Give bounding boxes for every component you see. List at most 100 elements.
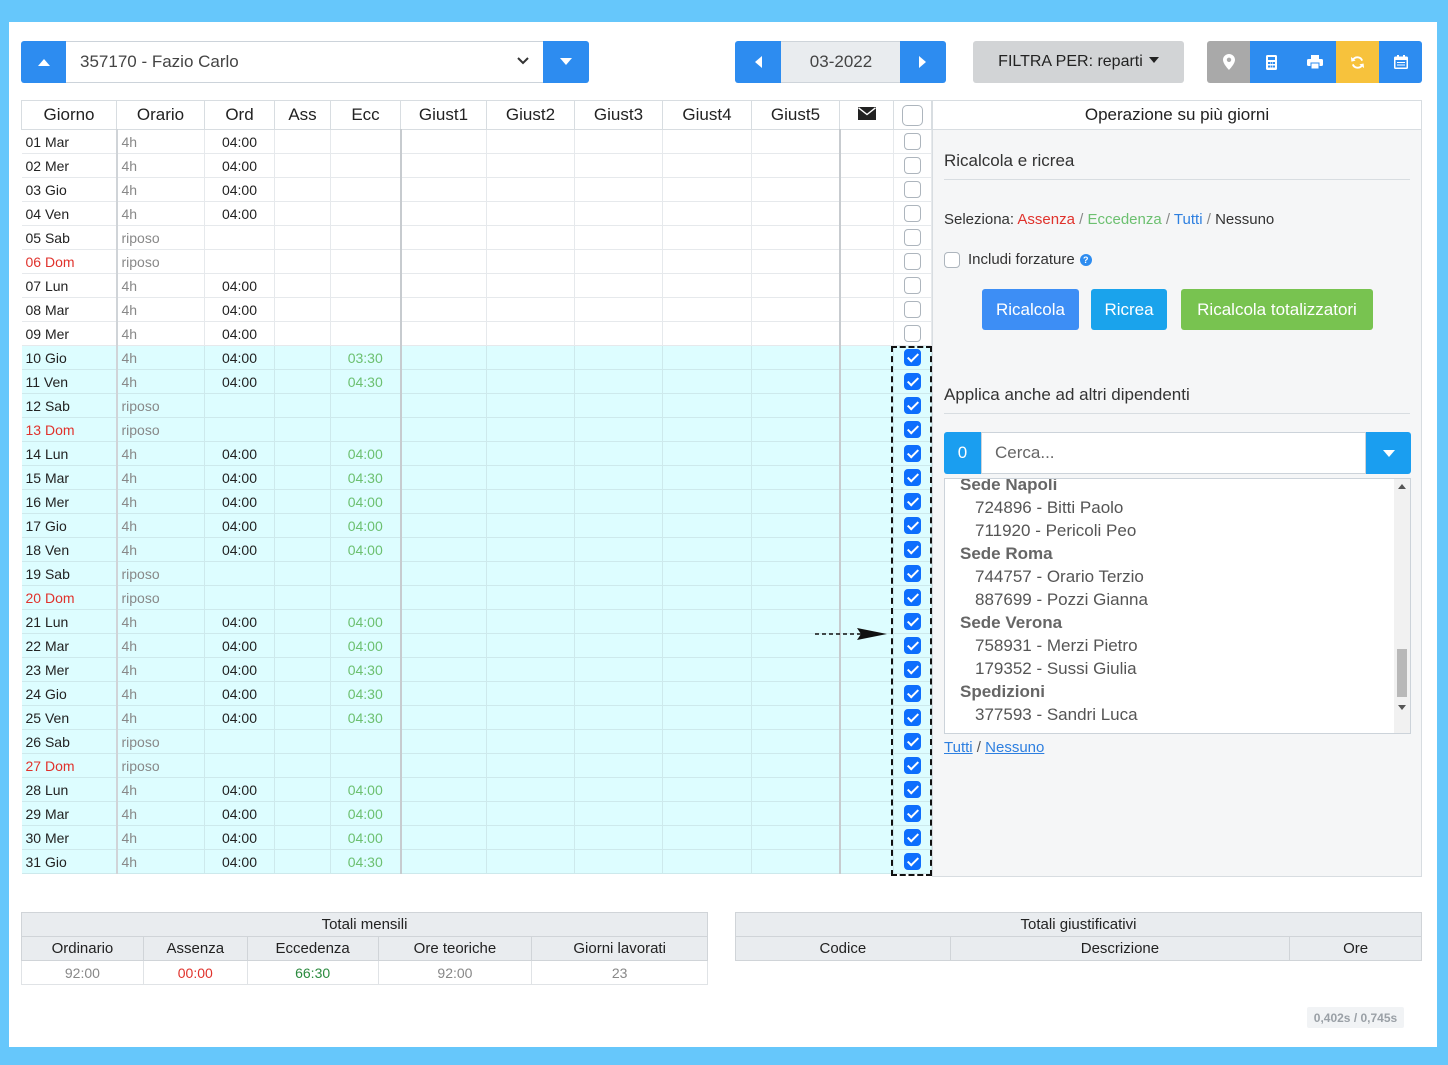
table-row[interactable]: 10 Gio 4h 04:00 03:30 — [21, 345, 932, 370]
table-row[interactable]: 04 Ven 4h 04:00 — [21, 201, 932, 226]
day-select-cell[interactable] — [893, 417, 932, 442]
table-row[interactable]: 09 Mer 4h 04:00 — [21, 321, 932, 346]
day-select-checkbox[interactable] — [904, 661, 921, 679]
select-nessuno-link[interactable]: Nessuno — [1215, 211, 1274, 228]
day-select-cell[interactable] — [893, 441, 932, 466]
day-select-checkbox[interactable] — [904, 397, 921, 415]
day-select-checkbox[interactable] — [904, 853, 921, 871]
day-select-checkbox[interactable] — [904, 565, 921, 583]
location-button[interactable] — [1207, 41, 1250, 83]
listbox-scrollbar[interactable] — [1394, 479, 1410, 733]
list-item[interactable]: 179352 - Sussi Giulia — [945, 657, 1410, 680]
day-select-checkbox[interactable] — [904, 613, 921, 631]
day-select-checkbox[interactable] — [904, 685, 921, 703]
day-select-checkbox[interactable] — [904, 133, 921, 151]
day-select-cell[interactable] — [893, 273, 932, 298]
employee-select[interactable]: 357170 - Fazio Carlo — [66, 41, 543, 83]
table-row[interactable]: 15 Mar 4h 04:00 04:30 — [21, 465, 932, 490]
select-tutti-link[interactable]: Tutti — [1174, 211, 1203, 228]
table-row[interactable]: 31 Gio 4h 04:00 04:30 — [21, 849, 932, 874]
table-row[interactable]: 21 Lun 4h 04:00 04:00 — [21, 609, 932, 634]
day-select-checkbox[interactable] — [904, 757, 921, 775]
next-month-button[interactable] — [900, 41, 946, 83]
listbox-scrollbar-thumb[interactable] — [1397, 649, 1407, 697]
day-select-checkbox[interactable] — [904, 421, 921, 439]
day-select-checkbox[interactable] — [904, 253, 921, 271]
day-select-cell[interactable] — [893, 129, 932, 154]
table-row[interactable]: 20 Dom riposo — [21, 585, 932, 610]
day-select-checkbox[interactable] — [904, 205, 921, 223]
day-select-checkbox[interactable] — [904, 733, 921, 751]
day-select-checkbox[interactable] — [904, 229, 921, 247]
day-select-cell[interactable] — [893, 657, 932, 682]
table-row[interactable]: 19 Sab riposo — [21, 561, 932, 586]
list-item[interactable]: 377593 - Sandri Luca — [945, 703, 1410, 726]
day-select-checkbox[interactable] — [904, 157, 921, 175]
list-select-none-link[interactable]: Nessuno — [985, 739, 1044, 756]
day-select-cell[interactable] — [893, 801, 932, 826]
day-select-checkbox[interactable] — [904, 469, 921, 487]
recreate-button[interactable]: Ricrea — [1091, 289, 1167, 330]
table-row[interactable]: 22 Mar 4h 04:00 04:00 — [21, 633, 932, 658]
day-select-checkbox[interactable] — [904, 781, 921, 799]
list-item[interactable]: 744757 - Orario Terzio — [945, 565, 1410, 588]
day-select-cell[interactable] — [893, 153, 932, 178]
table-row[interactable]: 18 Ven 4h 04:00 04:00 — [21, 537, 932, 562]
day-select-cell[interactable] — [893, 753, 932, 778]
table-row[interactable]: 14 Lun 4h 04:00 04:00 — [21, 441, 932, 466]
table-row[interactable]: 24 Gio 4h 04:00 04:30 — [21, 681, 932, 706]
filter-dropdown-button[interactable]: FILTRA PER: reparti — [973, 41, 1184, 83]
day-select-cell[interactable] — [893, 705, 932, 730]
day-select-cell[interactable] — [893, 537, 932, 562]
day-select-cell[interactable] — [893, 465, 932, 490]
select-all-checkbox[interactable] — [902, 104, 923, 126]
table-row[interactable]: 05 Sab riposo — [21, 225, 932, 250]
list-item[interactable]: 758931 - Merzi Pietro — [945, 634, 1410, 657]
col-header-select-all[interactable] — [893, 100, 932, 130]
day-select-cell[interactable] — [893, 849, 932, 874]
prev-employee-button[interactable] — [21, 41, 67, 83]
select-assenza-link[interactable]: Assenza — [1017, 211, 1075, 228]
day-select-cell[interactable] — [893, 393, 932, 418]
day-select-checkbox[interactable] — [904, 301, 921, 319]
next-employee-button[interactable] — [543, 41, 589, 83]
day-select-cell[interactable] — [893, 561, 932, 586]
day-select-checkbox[interactable] — [904, 325, 921, 343]
table-row[interactable]: 08 Mar 4h 04:00 — [21, 297, 932, 322]
day-select-cell[interactable] — [893, 321, 932, 346]
table-row[interactable]: 17 Gio 4h 04:00 04:00 — [21, 513, 932, 538]
employee-search-dropdown-button[interactable] — [1366, 432, 1411, 474]
day-select-cell[interactable] — [893, 513, 932, 538]
day-select-checkbox[interactable] — [904, 805, 921, 823]
day-select-cell[interactable] — [893, 633, 932, 658]
list-item[interactable]: 887699 - Pozzi Gianna — [945, 588, 1410, 611]
print-button[interactable] — [1293, 41, 1336, 83]
table-row[interactable]: 29 Mar 4h 04:00 04:00 — [21, 801, 932, 826]
day-select-cell[interactable] — [893, 729, 932, 754]
table-row[interactable]: 28 Lun 4h 04:00 04:00 — [21, 777, 932, 802]
prev-month-button[interactable] — [735, 41, 781, 83]
table-row[interactable]: 01 Mar 4h 04:00 — [21, 129, 932, 154]
list-item[interactable]: 724896 - Bitti Paolo — [945, 496, 1410, 519]
day-select-checkbox[interactable] — [904, 445, 921, 463]
table-row[interactable]: 30 Mer 4h 04:00 04:00 — [21, 825, 932, 850]
day-select-checkbox[interactable] — [904, 493, 921, 511]
table-row[interactable]: 03 Gio 4h 04:00 — [21, 177, 932, 202]
include-overrides-checkbox[interactable] — [944, 251, 960, 268]
list-select-all-link[interactable]: Tutti — [944, 739, 973, 756]
day-select-cell[interactable] — [893, 345, 932, 370]
table-row[interactable]: 12 Sab riposo — [21, 393, 932, 418]
table-row[interactable]: 27 Dom riposo — [21, 753, 932, 778]
day-select-cell[interactable] — [893, 297, 932, 322]
help-icon[interactable]: ? — [1079, 253, 1092, 266]
day-select-cell[interactable] — [893, 777, 932, 802]
refresh-button[interactable] — [1336, 41, 1379, 83]
day-select-checkbox[interactable] — [904, 829, 921, 847]
table-row[interactable]: 02 Mer 4h 04:00 — [21, 153, 932, 178]
day-select-checkbox[interactable] — [904, 541, 921, 559]
day-select-cell[interactable] — [893, 249, 932, 274]
table-row[interactable]: 13 Dom riposo — [21, 417, 932, 442]
table-row[interactable]: 06 Dom riposo — [21, 249, 932, 274]
day-select-checkbox[interactable] — [904, 589, 921, 607]
day-select-cell[interactable] — [893, 225, 932, 250]
